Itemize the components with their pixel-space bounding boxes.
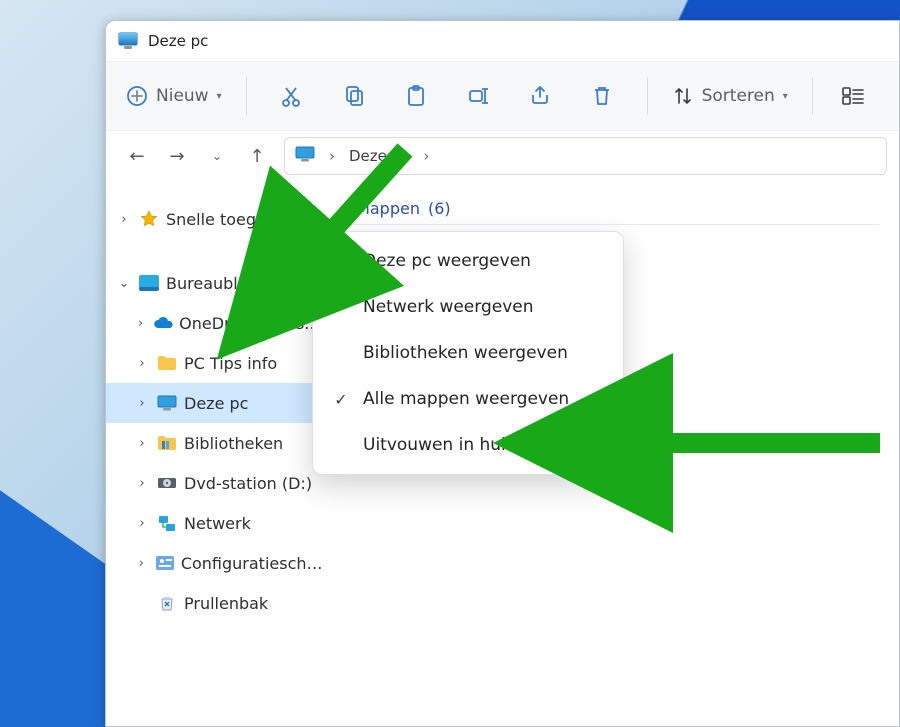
navigation-pane-context-menu: ✓ Deze pc weergeven ✓ Netwerk weergeven …	[312, 231, 624, 475]
tree-item-folder[interactable]: › PC Tips info	[106, 343, 325, 383]
toolbar-separator	[246, 77, 247, 115]
share-button[interactable]	[511, 74, 569, 118]
cut-button[interactable]	[263, 74, 321, 118]
checkmark-icon: ✓	[331, 298, 351, 317]
tree-label: Deze pc	[184, 394, 248, 413]
chevron-down-icon: ▾	[217, 91, 222, 102]
expand-collapse-icon[interactable]: ›	[116, 212, 132, 227]
tree-label: Configuratiescherm	[181, 554, 325, 573]
tree-label: Bureaublad	[166, 274, 258, 293]
tree-label: Dvd-station (D:)	[184, 474, 312, 493]
forward-button[interactable]: →	[164, 143, 190, 169]
tree-item-onedrive[interactable]: › OneDrive - Persoonlijk	[106, 303, 325, 343]
sort-button-label: Sorteren	[702, 86, 775, 106]
chevron-down-icon: ⌄	[338, 202, 348, 216]
menu-item-label: Bibliotheken weergeven	[363, 343, 568, 363]
star-icon	[138, 210, 160, 228]
breadcrumb-item[interactable]: Deze pc	[349, 147, 409, 165]
recent-locations-button[interactable]: ⌄	[204, 143, 230, 169]
menu-item-expand-current[interactable]: Uitvouwen in huidige map	[317, 422, 619, 468]
expand-collapse-icon[interactable]: ›	[134, 516, 150, 531]
new-button[interactable]: Nieuw ▾	[118, 74, 230, 118]
menu-item-label: Alle mappen weergeven	[363, 389, 569, 409]
explorer-body: › Snelle toegang ⌄ Bureaublad › One	[106, 181, 899, 726]
control-panel-icon	[155, 555, 175, 571]
onedrive-icon	[153, 316, 173, 330]
network-icon	[156, 515, 178, 532]
tree-item-recycle-bin[interactable]: Prullenbak	[106, 583, 325, 623]
tree-item-libraries[interactable]: › Bibliotheken	[106, 423, 325, 463]
breadcrumb-chevron-icon: ›	[423, 147, 429, 165]
expand-collapse-icon[interactable]: ⌄	[116, 276, 132, 291]
checkmark-icon: ✓	[331, 390, 351, 409]
expand-collapse-icon[interactable]: ›	[134, 316, 147, 331]
group-header-count: (6)	[428, 199, 451, 218]
back-button[interactable]: ←	[124, 143, 150, 169]
optical-drive-icon	[156, 475, 178, 491]
menu-item-label: Netwerk weergeven	[363, 297, 534, 317]
expand-collapse-icon[interactable]: ›	[134, 556, 149, 571]
menu-item-show-network[interactable]: ✓ Netwerk weergeven	[317, 284, 619, 330]
tree-label: Snelle toegang	[166, 210, 286, 229]
explorer-window: Deze pc Nieuw ▾ Sorteren	[105, 20, 900, 727]
window-title: Deze pc	[148, 32, 208, 50]
navigation-pane: › Snelle toegang ⌄ Bureaublad › One	[106, 181, 326, 726]
navigation-row: ← → ⌄ ↑ › Deze pc ›	[106, 131, 899, 181]
tree-item-network[interactable]: › Netwerk	[106, 503, 325, 543]
tree-label: Netwerk	[184, 514, 251, 533]
copy-button[interactable]	[325, 74, 383, 118]
menu-item-show-all-folders[interactable]: ✓ Alle mappen weergeven	[317, 376, 619, 422]
expand-collapse-icon[interactable]: ›	[134, 436, 150, 451]
folder-icon	[156, 355, 178, 371]
expand-collapse-icon[interactable]: ›	[134, 396, 150, 411]
tree-label: PC Tips info	[184, 354, 277, 373]
tree-label: Bibliotheken	[184, 434, 283, 453]
tree-label: OneDrive - Persoonlijk	[179, 314, 325, 333]
delete-button[interactable]	[573, 74, 631, 118]
tree-item-dvd[interactable]: › Dvd-station (D:)	[106, 463, 325, 503]
toolbar-separator	[812, 77, 813, 115]
expand-collapse-icon[interactable]: ›	[134, 476, 150, 491]
view-button[interactable]	[829, 74, 877, 118]
breadcrumb-chevron-icon: ›	[329, 147, 335, 165]
toolbar: Nieuw ▾ Sorteren ▾	[106, 61, 899, 131]
toolbar-separator	[647, 77, 648, 115]
titlebar: Deze pc	[106, 21, 899, 61]
chevron-down-icon: ▾	[783, 91, 788, 102]
this-pc-icon	[118, 32, 138, 50]
menu-item-label: Uitvouwen in huidige map	[363, 435, 586, 455]
this-pc-icon	[156, 395, 178, 411]
tree-item-desktop[interactable]: ⌄ Bureaublad	[106, 263, 325, 303]
group-header-folders[interactable]: ⌄ Mappen (6)	[334, 197, 879, 225]
paste-button[interactable]	[387, 74, 445, 118]
sort-button[interactable]: Sorteren ▾	[664, 74, 796, 118]
tree-item-quick-access[interactable]: › Snelle toegang	[106, 199, 325, 239]
recycle-bin-icon	[156, 594, 178, 612]
expand-collapse-icon[interactable]: ›	[134, 356, 150, 371]
tree-label: Prullenbak	[184, 594, 268, 613]
rename-button[interactable]	[449, 74, 507, 118]
menu-item-label: Deze pc weergeven	[363, 251, 531, 271]
desktop-icon	[138, 275, 160, 291]
libraries-icon	[156, 435, 178, 451]
up-button[interactable]: ↑	[244, 143, 270, 169]
checkmark-icon: ✓	[331, 252, 351, 271]
menu-item-show-this-pc[interactable]: ✓ Deze pc weergeven	[317, 238, 619, 284]
menu-item-show-libraries[interactable]: Bibliotheken weergeven	[317, 330, 619, 376]
this-pc-icon	[295, 146, 315, 166]
tree-item-this-pc[interactable]: › Deze pc	[106, 383, 325, 423]
tree-item-control-panel[interactable]: › Configuratiescherm	[106, 543, 325, 583]
address-bar[interactable]: › Deze pc ›	[284, 137, 887, 175]
group-header-label: Mappen	[356, 199, 420, 218]
new-button-label: Nieuw	[156, 86, 209, 106]
